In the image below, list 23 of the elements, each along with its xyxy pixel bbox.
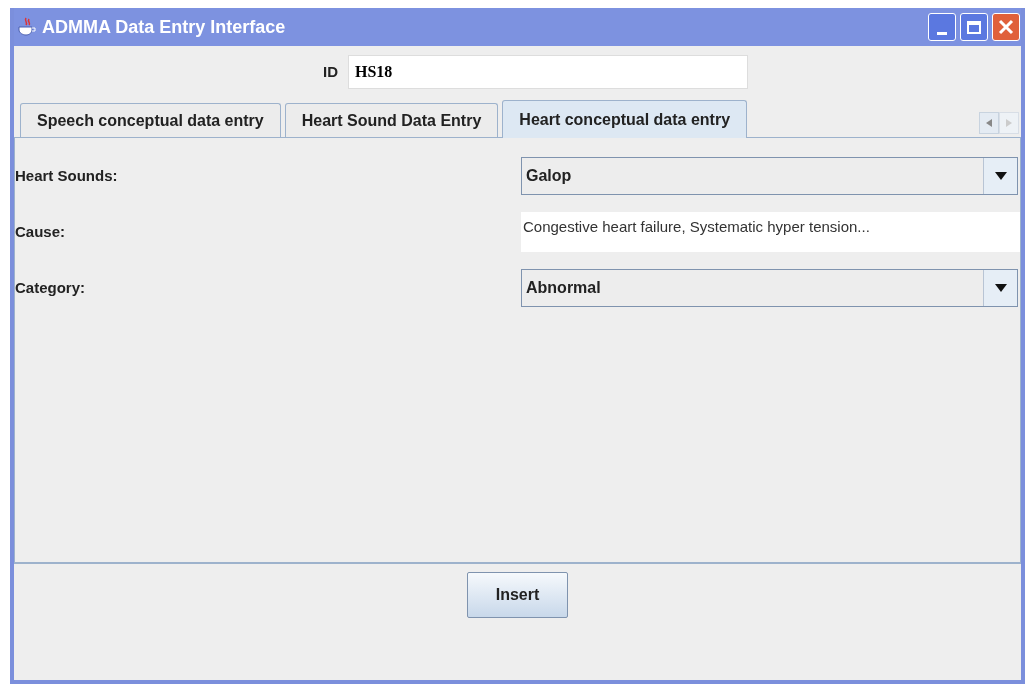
window-title: ADMMA Data Entry Interface	[42, 15, 286, 39]
dropdown[interactable]: Galop	[521, 157, 1018, 195]
minimize-button[interactable]	[928, 13, 956, 41]
coffee-cup-icon	[16, 17, 38, 37]
dropdown[interactable]: Abnormal	[521, 269, 1018, 307]
maximize-button[interactable]	[960, 13, 988, 41]
caret-icon	[994, 172, 1007, 180]
field-label: Category:	[15, 277, 86, 298]
caret-icon	[994, 284, 1007, 292]
scroll-left-button[interactable]	[979, 112, 999, 134]
id-label: ID	[322, 61, 338, 82]
right-triangle-icon	[1006, 119, 1012, 127]
left-triangle-icon	[986, 119, 992, 127]
field-label: Cause:	[15, 221, 67, 242]
tab[interactable]: Speech conceptual data entry	[20, 103, 281, 137]
close-icon	[998, 19, 1014, 35]
close-button[interactable]	[992, 13, 1020, 41]
tab[interactable]: Heart Sound Data Entry	[284, 103, 499, 137]
tab[interactable]: Heart conceptual data entry	[502, 100, 748, 138]
field-label: Heart Sounds:	[15, 165, 119, 186]
cause-text-field[interactable]: Congestive heart failure, Systematic hyper tension...	[521, 212, 1020, 252]
insert-button[interactable]: Insert	[466, 572, 569, 618]
id-field[interactable]: HS18	[348, 55, 748, 89]
